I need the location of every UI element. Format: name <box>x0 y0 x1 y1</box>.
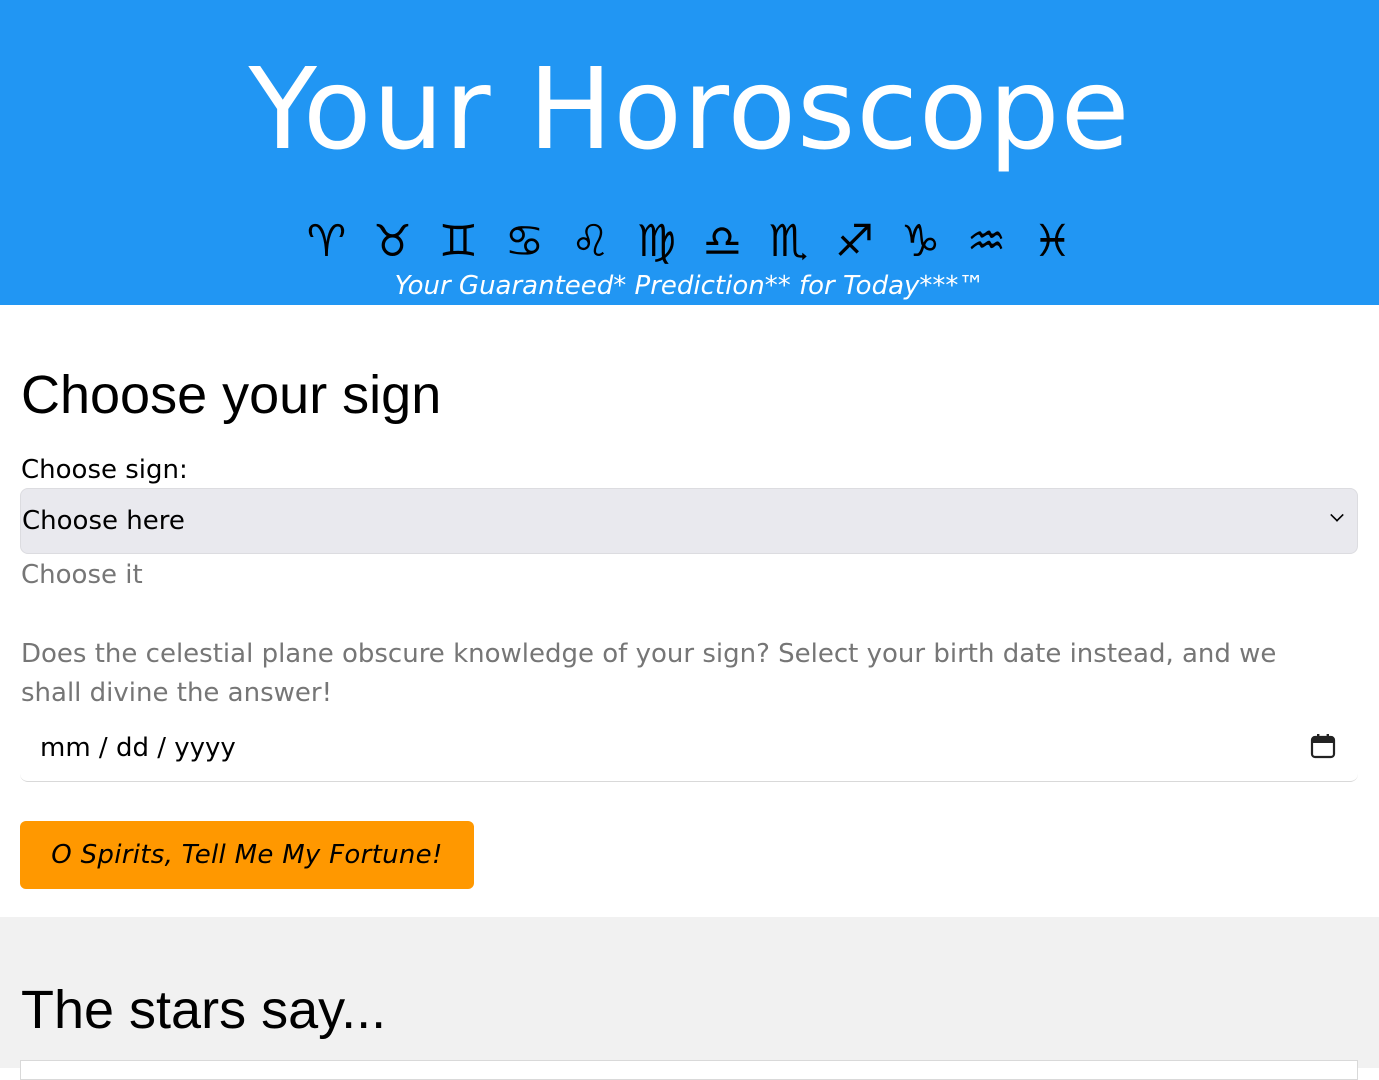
tagline: Your Guaranteed* Prediction** for Today*… <box>394 271 985 301</box>
leo-icon: ♌ <box>570 216 611 267</box>
sign-select-value: Choose here <box>22 506 185 536</box>
choose-sign-heading: Choose your sign <box>21 365 442 425</box>
aquarius-icon: ♒ <box>966 216 1007 267</box>
results-section: The stars say... <box>0 917 1379 1080</box>
scorpio-icon: ♏ <box>768 216 809 267</box>
results-box <box>20 1060 1358 1080</box>
calendar-icon[interactable] <box>1310 733 1336 759</box>
results-heading: The stars say... <box>21 980 387 1040</box>
sign-select[interactable]: Choose here <box>20 488 1358 554</box>
sagittarius-icon: ♐ <box>834 216 875 267</box>
birth-date-description: Does the celestial plane obscure knowled… <box>21 639 1277 708</box>
birth-date-input[interactable]: mm / dd / yyyy <box>20 716 1358 782</box>
zodiac-symbols: ♈ ♉ ♊ ♋ ♌ ♍ ♎ ♏ ♐ ♑ ♒ ♓ <box>0 215 1379 269</box>
cancer-icon: ♋ <box>504 216 545 267</box>
gemini-icon: ♊ <box>438 216 479 267</box>
page-header: Your Horoscope ♈ ♉ ♊ ♋ ♌ ♍ ♎ ♏ ♐ ♑ ♒ ♓ Y… <box>0 0 1379 305</box>
libra-icon: ♎ <box>702 216 743 267</box>
sign-label: Choose sign: <box>21 455 188 485</box>
aries-icon: ♈ <box>306 216 347 267</box>
date-placeholder: mm / dd / yyyy <box>40 733 236 763</box>
pisces-icon: ♓ <box>1032 216 1073 267</box>
chevron-down-icon <box>1330 508 1344 522</box>
virgo-icon: ♍ <box>636 216 677 267</box>
capricorn-icon: ♑ <box>900 216 941 267</box>
fortune-button[interactable]: O Spirits, Tell Me My Fortune! <box>20 821 474 889</box>
taurus-icon: ♉ <box>372 216 413 267</box>
page-title: Your Horoscope <box>248 45 1131 175</box>
sign-hint: Choose it <box>21 560 143 590</box>
